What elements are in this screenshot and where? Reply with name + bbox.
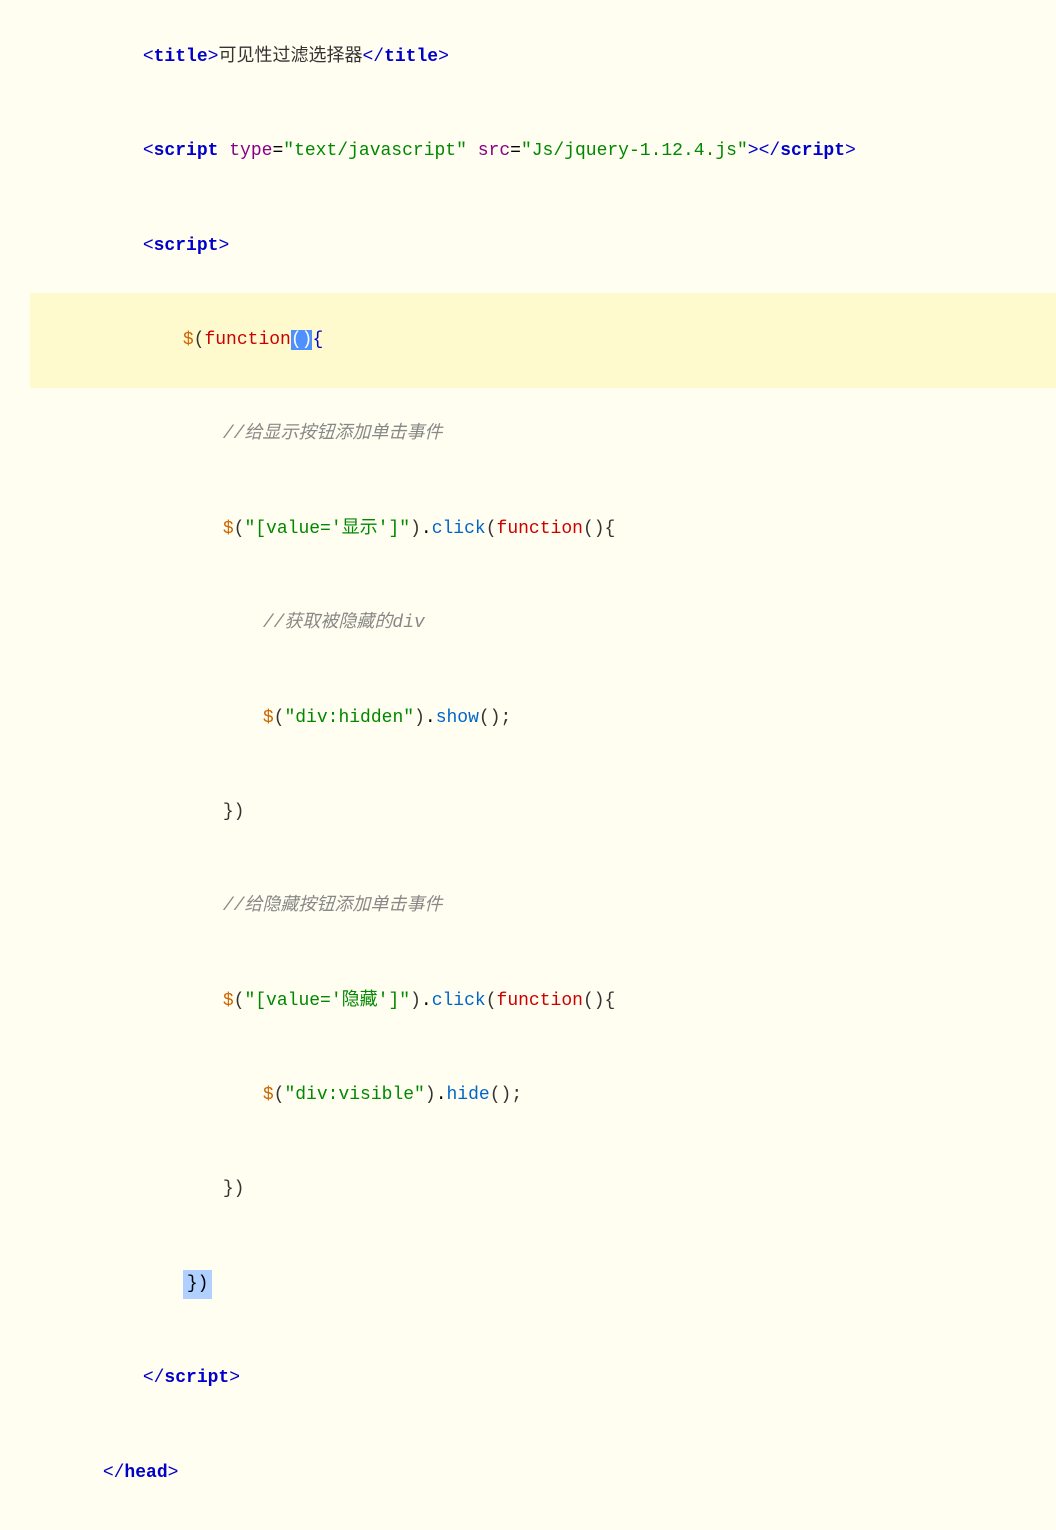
line-content-1: <title>可见性过滤选择器</title> — [30, 10, 1056, 104]
line-num-6 — [0, 482, 30, 576]
line-content-9: }) — [30, 765, 1056, 859]
code-line-6: $("[value='显示']").click(function(){ — [0, 482, 1056, 576]
code-line-16: </head> — [0, 1426, 1056, 1520]
line-content-5: //给显示按钮添加单击事件 — [30, 388, 1056, 482]
code-line-4: $(function(){ — [0, 293, 1056, 387]
code-line-12: $("div:visible").hide(); — [0, 1048, 1056, 1142]
line-num-7 — [0, 576, 30, 670]
line-num-12 — [0, 1048, 30, 1142]
line-content-17: <body> — [30, 1520, 1056, 1530]
code-line-11: $("[value='隐藏']").click(function(){ — [0, 954, 1056, 1048]
line-content-8: $("div:hidden").show(); — [30, 671, 1056, 765]
code-editor: <title>可见性过滤选择器</title> <script type="te… — [0, 0, 1056, 1530]
code-line-2: <script type="text/javascript" src="Js/j… — [0, 104, 1056, 198]
line-content-7: //获取被隐藏的div — [30, 576, 1056, 670]
code-line-8: $("div:hidden").show(); — [0, 671, 1056, 765]
line-num-9 — [0, 765, 30, 859]
line-num-4 — [0, 293, 30, 387]
line-num-15 — [0, 1331, 30, 1425]
line-content-6: $("[value='显示']").click(function(){ — [30, 482, 1056, 576]
line-num-1 — [0, 10, 30, 104]
line-content-4: $(function(){ — [30, 293, 1056, 387]
code-line-7: //获取被隐藏的div — [0, 576, 1056, 670]
line-content-13: }) — [30, 1143, 1056, 1237]
line-num-8 — [0, 671, 30, 765]
line-num-2 — [0, 104, 30, 198]
line-content-12: $("div:visible").hide(); — [30, 1048, 1056, 1142]
code-line-9: }) — [0, 765, 1056, 859]
line-content-14: }) — [30, 1237, 1056, 1331]
code-line-5: //给显示按钮添加单击事件 — [0, 388, 1056, 482]
line-num-10 — [0, 860, 30, 954]
line-num-17 — [0, 1520, 30, 1530]
code-line-1: <title>可见性过滤选择器</title> — [0, 10, 1056, 104]
line-num-14 — [0, 1237, 30, 1331]
line-num-13 — [0, 1143, 30, 1237]
code-line-17: <body> — [0, 1520, 1056, 1530]
code-line-10: //给隐藏按钮添加单击事件 — [0, 860, 1056, 954]
line-content-11: $("[value='隐藏']").click(function(){ — [30, 954, 1056, 1048]
code-line-15: </script> — [0, 1331, 1056, 1425]
line-num-5 — [0, 388, 30, 482]
line-content-15: </script> — [30, 1331, 1056, 1425]
line-num-11 — [0, 954, 30, 1048]
line-num-3 — [0, 199, 30, 293]
line-content-10: //给隐藏按钮添加单击事件 — [30, 860, 1056, 954]
line-content-3: <script> — [30, 199, 1056, 293]
code-line-3: <script> — [0, 199, 1056, 293]
code-line-14: }) — [0, 1237, 1056, 1331]
line-content-2: <script type="text/javascript" src="Js/j… — [30, 104, 1056, 198]
line-content-16: </head> — [30, 1426, 1056, 1520]
line-num-16 — [0, 1426, 30, 1520]
code-line-13: }) — [0, 1143, 1056, 1237]
